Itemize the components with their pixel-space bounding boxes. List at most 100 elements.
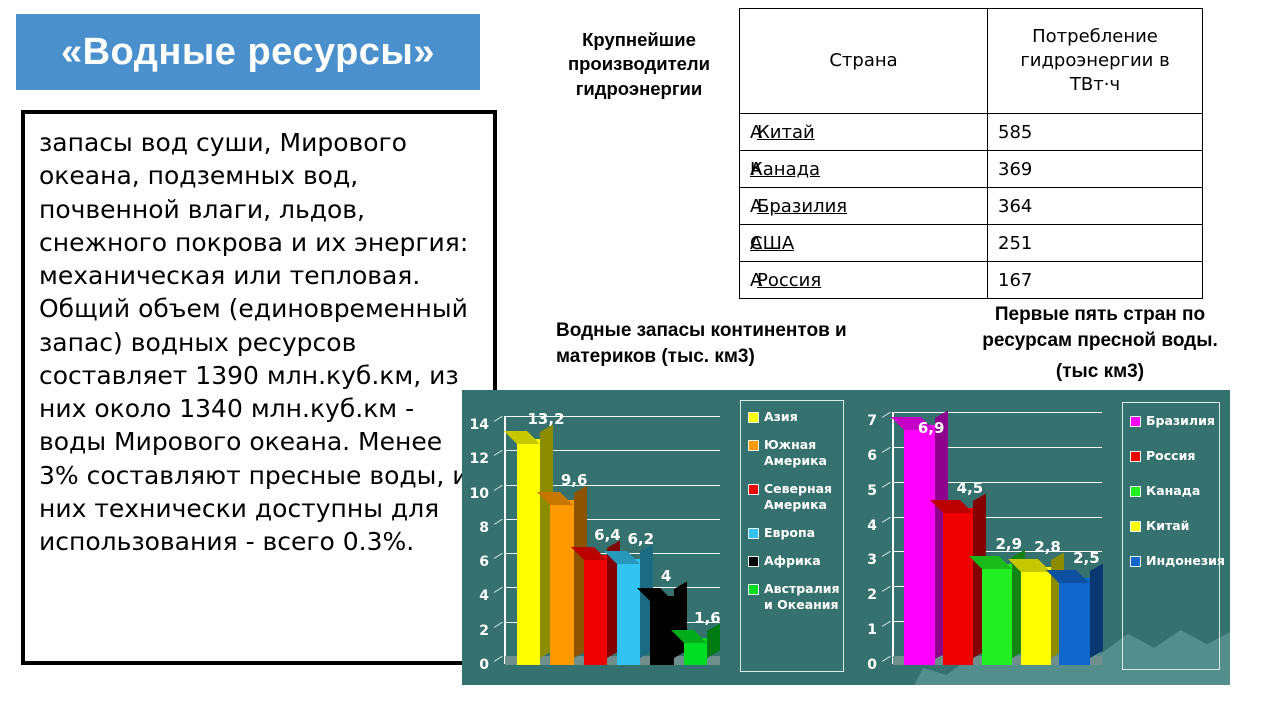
definition-text-box: запасы вод суши, Мирового океана, подзем… [21,110,497,665]
y-axis-tick-label: 2 [479,622,489,639]
bar-value-label: 6,9 [917,419,945,438]
country-link-canada[interactable]: Канада [750,159,820,180]
hydro-table-caption: Крупнейшие производители гидроэнергии [567,29,711,99]
bar-side [1089,563,1103,658]
bar-value-label: 4,5 [956,479,984,498]
bar-value-label: 4 [660,567,672,586]
cell-country: Канада [739,150,988,188]
legend-swatch-icon [748,556,759,567]
country-link-brazil[interactable]: Бразилия [750,196,847,217]
bar-value-label: 9,6 [560,471,588,490]
legend-label: Северная Америка [764,481,833,512]
bar-face [1020,567,1051,665]
legend-swatch-icon [1130,521,1141,532]
bar-value-label: 1,6 [694,608,721,627]
legend-item: Азия [746,409,838,425]
country-link-russia[interactable]: Россия [750,270,821,291]
legend-label: Россия [1146,448,1196,463]
cell-country: Китай [739,113,988,151]
legend-item: Африка [746,553,838,569]
legend-swatch-icon [748,440,759,451]
y-axis-tick-label: 7 [867,413,877,429]
table-row: Канада 369 [739,150,1203,188]
legend-label: Европа [764,525,816,540]
legend-item: Индонезия [1128,553,1225,569]
column-header-consumption: Потребление гидроэнергии в ТВт·ч [987,8,1203,114]
chart2-caption-main: Первые пять стран по ресурсам пресной во… [982,304,1218,351]
legend-swatch-icon [748,528,759,539]
bar-face [583,555,607,665]
y-axis-tick-label: 1 [867,622,877,639]
bar-0 [504,424,554,665]
bar-4 [637,581,687,665]
axis-tick [493,518,503,525]
legend-item: Южная Америка [746,437,838,469]
cell-consumption: 251 [987,224,1203,262]
bar-face [517,438,541,665]
bar-5 [670,623,720,665]
bar-face [1059,577,1090,665]
bar-1 [930,493,987,665]
legend-item: Бразилия [1128,413,1215,429]
bar-face [981,563,1013,665]
table-row: США 251 [739,224,1203,262]
definition-text: запасы вод суши, Мирового океана, подзем… [39,128,482,556]
chart1-legend: Азия Южная Америка Северная Америка Европа А… [740,400,844,672]
y-axis-tick-label: 14 [469,417,489,433]
bar-value-label: 2,5 [1073,548,1100,567]
gridline [892,412,1102,413]
legend-swatch-icon [748,484,759,495]
bar-face [550,500,574,665]
bar-3 [1007,552,1064,665]
chart2-plot-area: 0 1 2 3 4 5 6 7 6,9 4,5 2,9 2,8 2,5 [860,398,1108,678]
table-row: Китай 585 [739,113,1203,151]
y-axis-tick-label: 8 [479,519,489,536]
bar-face [650,596,674,665]
y-axis-tick-label: 0 [479,657,489,673]
country-link-usa[interactable]: США [750,233,794,254]
y-axis-tick-label: 5 [867,482,877,499]
cell-consumption: 364 [987,187,1203,225]
legend-label: Африка [764,553,821,568]
y-axis-tick-label: 3 [867,552,877,569]
legend-label: Австралия и Океания [764,581,840,612]
legend-item: Канада [1128,483,1214,499]
legend-swatch-icon [1130,416,1141,427]
axis-tick [881,620,891,628]
charts-panel: 0 2 4 6 8 10 12 14 13,2 9,6 6,4 6,2 4 1,6 Азия Южная А… [462,390,1230,685]
axis-tick [493,415,503,422]
bar-3 [604,544,654,665]
axis-tick [881,446,891,453]
table-row: Бразилия 364 [739,187,1203,225]
legend-item: Россия [1128,448,1214,464]
chart1-caption: Водные запасы континентов и материков (т… [556,320,847,367]
cell-country: Россия [739,261,988,299]
y-axis-tick-label: 12 [469,451,489,468]
column-header-country: Страна [739,8,988,114]
axis-tick [493,552,503,560]
y-axis-line [504,416,506,664]
axis-tick [493,484,503,491]
bar-value-label: 2,8 [1034,538,1061,557]
chart-top-five-freshwater-countries: 0 1 2 3 4 5 6 7 6,9 4,5 2,9 2,8 2,5 Бразилия Россия Ка… [860,398,1225,678]
bar-value-label: 2,9 [995,534,1023,553]
y-axis-tick-label: 6 [867,447,877,464]
chart2-caption: Первые пять стран по ресурсам пресной во… [955,302,1245,385]
hydro-producers-table: Страна Потребление гидроэнергии в ТВт·ч … [739,8,1203,299]
legend-label: Южная Америка [764,437,827,468]
legend-item: Европа [746,525,838,541]
table-row: Россия 167 [739,261,1203,299]
chart-continents-water-reserves: 0 2 4 6 8 10 12 14 13,2 9,6 6,4 6,2 4 1,6 Азия Южная А… [468,398,848,678]
axis-tick [881,586,891,593]
country-link-china[interactable]: Китай [750,122,815,143]
bar-4 [1046,563,1103,665]
chart2-caption-unit: (тыс км3) [1055,361,1145,383]
bar-value-label: 6,2 [627,529,655,548]
legend-label: Китай [1146,518,1190,533]
axis-tick [493,450,503,457]
bar-top [504,430,541,444]
cell-country: США [739,224,988,262]
axis-tick [493,621,503,628]
bar-2 [570,540,620,665]
y-axis-tick-label: 4 [867,517,877,534]
